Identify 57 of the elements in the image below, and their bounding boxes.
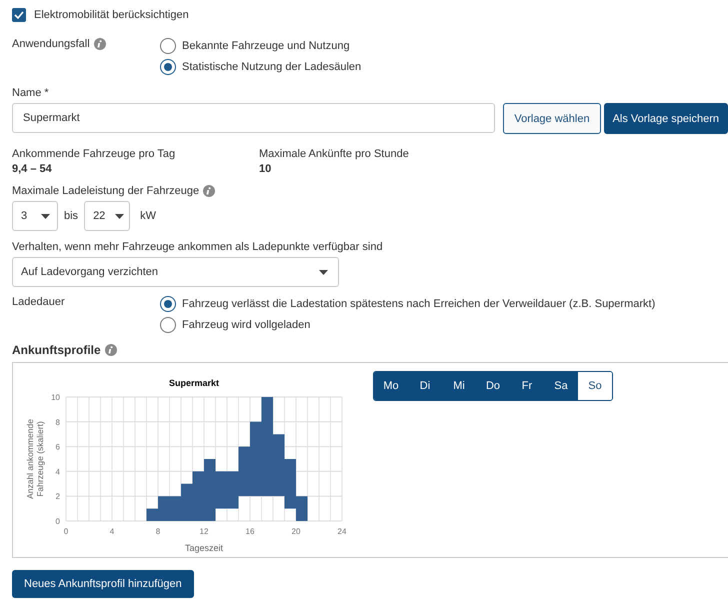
- info-icon[interactable]: [104, 344, 117, 356]
- y-tick-label: 10: [51, 393, 60, 402]
- caret-icon: [319, 270, 328, 274]
- name-input[interactable]: Supermarkt: [12, 103, 496, 133]
- field-label: Maximale Ladeleistung der Fahrzeuge: [12, 185, 200, 197]
- field-label: Name *: [12, 87, 50, 99]
- day-tab[interactable]: Fr: [510, 372, 544, 400]
- day-tab[interactable]: Mo: [374, 372, 408, 400]
- day-tab[interactable]: Di: [408, 372, 442, 400]
- radio-option[interactable]: Statistische Nutzung der Ladesäulen: [160, 59, 728, 75]
- day-tab[interactable]: Sa: [544, 372, 578, 400]
- x-tick-label: 4: [110, 527, 114, 536]
- min-power-select[interactable]: 3: [12, 201, 58, 231]
- info-icon[interactable]: [203, 185, 216, 197]
- x-tick-label: 12: [200, 527, 208, 536]
- field-label: Ladedauer: [12, 296, 66, 308]
- day-tab[interactable]: Do: [476, 372, 510, 400]
- stat-label: Maximale Ankünfte pro Stunde: [259, 148, 410, 160]
- day-tab[interactable]: Mi: [442, 372, 476, 400]
- save-template-button[interactable]: Als Vorlage speichern: [604, 103, 728, 134]
- stat-label: Ankommende Fahrzeuge pro Tag: [12, 148, 176, 160]
- field-label: Verhalten, wenn mehr Fahrzeuge ankommen als Ladepunkte verfügbar sind: [12, 241, 384, 253]
- radio-button[interactable]: [160, 59, 176, 75]
- choose-template-button[interactable]: Vorlage wählen: [503, 103, 601, 134]
- stat-value: 9,4 – 54: [12, 163, 53, 175]
- range-separator: bis: [64, 210, 78, 222]
- stat-value: 10: [259, 163, 272, 175]
- x-tick-label: 8: [156, 527, 160, 536]
- x-tick-label: 20: [292, 527, 300, 536]
- add-profile-button[interactable]: Neues Ankunftsprofil hinzufügen: [12, 570, 194, 598]
- radio-button[interactable]: [160, 296, 176, 312]
- behavior-select[interactable]: Auf Ladevorgang verzichten: [12, 257, 339, 287]
- caret-icon: [41, 214, 50, 218]
- x-tick-label: 0: [64, 527, 68, 536]
- field-label: Anwendungsfall: [12, 38, 90, 50]
- radio-button[interactable]: [160, 38, 176, 54]
- y-axis-label: Anzahl ankommende Fahrzeuge (skaliert): [25, 419, 45, 499]
- x-tick-label: 24: [338, 527, 346, 536]
- section-title: Ankunftsprofile: [12, 343, 101, 357]
- radio-option[interactable]: Fahrzeug verlässt die Ladestation spätestens nach Erreichen der Verweildauer (z.B. Supermarkt): [160, 296, 728, 312]
- radio-button[interactable]: [160, 317, 176, 333]
- checkbox[interactable]: [12, 8, 26, 22]
- y-tick-label: 4: [56, 467, 60, 476]
- y-tick-label: 2: [56, 492, 60, 502]
- info-icon[interactable]: [94, 38, 106, 50]
- unit-label: kW: [140, 210, 156, 222]
- y-tick-label: 8: [56, 418, 60, 427]
- radio-option[interactable]: Bekannte Fahrzeuge und Nutzung: [160, 38, 728, 54]
- x-axis-label: Tageszeit: [184, 543, 224, 553]
- radio-option[interactable]: Fahrzeug wird vollgeladen: [160, 317, 728, 333]
- max-power-select[interactable]: 22: [84, 201, 130, 231]
- caret-icon: [115, 214, 124, 218]
- checkbox-label: Elektromobilität berücksichtigen: [34, 9, 189, 21]
- x-tick-label: 16: [246, 527, 254, 536]
- y-tick-label: 6: [56, 442, 60, 452]
- y-tick-label: 0: [56, 517, 60, 526]
- chart-title: Supermarkt: [168, 378, 220, 388]
